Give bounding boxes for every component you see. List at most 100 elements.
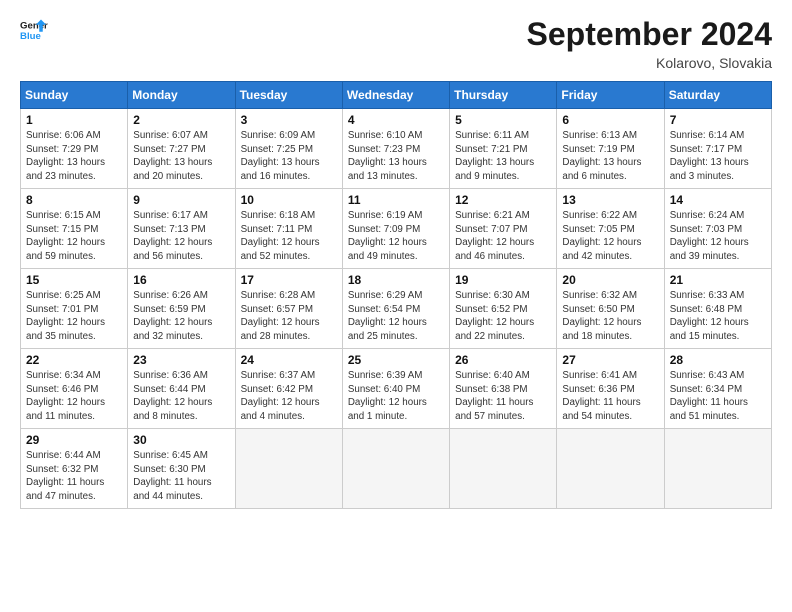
day-header-thursday: Thursday bbox=[450, 82, 557, 109]
calendar-cell bbox=[450, 429, 557, 509]
day-number: 2 bbox=[133, 113, 229, 127]
day-number: 24 bbox=[241, 353, 337, 367]
calendar-week-4: 22 Sunrise: 6:34 AMSunset: 6:46 PMDaylig… bbox=[21, 349, 772, 429]
day-header-monday: Monday bbox=[128, 82, 235, 109]
cell-details: Sunrise: 6:24 AMSunset: 7:03 PMDaylight:… bbox=[670, 209, 766, 264]
day-number: 11 bbox=[348, 193, 444, 207]
calendar-cell: 27 Sunrise: 6:41 AMSunset: 6:36 PMDaylig… bbox=[557, 349, 664, 429]
calendar-cell: 29 Sunrise: 6:44 AMSunset: 6:32 PMDaylig… bbox=[21, 429, 128, 509]
svg-text:Blue: Blue bbox=[20, 31, 41, 42]
day-number: 25 bbox=[348, 353, 444, 367]
day-number: 23 bbox=[133, 353, 229, 367]
cell-details: Sunrise: 6:45 AMSunset: 6:30 PMDaylight:… bbox=[133, 449, 229, 504]
cell-details: Sunrise: 6:39 AMSunset: 6:40 PMDaylight:… bbox=[348, 369, 444, 424]
calendar-week-3: 15 Sunrise: 6:25 AMSunset: 7:01 PMDaylig… bbox=[21, 269, 772, 349]
calendar-cell: 9 Sunrise: 6:17 AMSunset: 7:13 PMDayligh… bbox=[128, 189, 235, 269]
day-number: 17 bbox=[241, 273, 337, 287]
day-header-saturday: Saturday bbox=[664, 82, 771, 109]
day-number: 16 bbox=[133, 273, 229, 287]
day-number: 27 bbox=[562, 353, 658, 367]
day-number: 19 bbox=[455, 273, 551, 287]
page-container: General Blue September 2024 Kolarovo, Sl… bbox=[0, 0, 792, 519]
calendar-cell: 18 Sunrise: 6:29 AMSunset: 6:54 PMDaylig… bbox=[342, 269, 449, 349]
cell-details: Sunrise: 6:41 AMSunset: 6:36 PMDaylight:… bbox=[562, 369, 658, 424]
cell-details: Sunrise: 6:34 AMSunset: 6:46 PMDaylight:… bbox=[26, 369, 122, 424]
cell-details: Sunrise: 6:10 AMSunset: 7:23 PMDaylight:… bbox=[348, 129, 444, 184]
calendar-cell bbox=[342, 429, 449, 509]
cell-details: Sunrise: 6:43 AMSunset: 6:34 PMDaylight:… bbox=[670, 369, 766, 424]
day-number: 21 bbox=[670, 273, 766, 287]
calendar-cell: 28 Sunrise: 6:43 AMSunset: 6:34 PMDaylig… bbox=[664, 349, 771, 429]
cell-details: Sunrise: 6:13 AMSunset: 7:19 PMDaylight:… bbox=[562, 129, 658, 184]
day-number: 15 bbox=[26, 273, 122, 287]
cell-details: Sunrise: 6:18 AMSunset: 7:11 PMDaylight:… bbox=[241, 209, 337, 264]
day-number: 7 bbox=[670, 113, 766, 127]
cell-details: Sunrise: 6:26 AMSunset: 6:59 PMDaylight:… bbox=[133, 289, 229, 344]
day-number: 26 bbox=[455, 353, 551, 367]
location: Kolarovo, Slovakia bbox=[527, 55, 772, 71]
cell-details: Sunrise: 6:09 AMSunset: 7:25 PMDaylight:… bbox=[241, 129, 337, 184]
cell-details: Sunrise: 6:15 AMSunset: 7:15 PMDaylight:… bbox=[26, 209, 122, 264]
cell-details: Sunrise: 6:33 AMSunset: 6:48 PMDaylight:… bbox=[670, 289, 766, 344]
calendar-cell: 5 Sunrise: 6:11 AMSunset: 7:21 PMDayligh… bbox=[450, 109, 557, 189]
cell-details: Sunrise: 6:32 AMSunset: 6:50 PMDaylight:… bbox=[562, 289, 658, 344]
cell-details: Sunrise: 6:29 AMSunset: 6:54 PMDaylight:… bbox=[348, 289, 444, 344]
calendar-cell: 10 Sunrise: 6:18 AMSunset: 7:11 PMDaylig… bbox=[235, 189, 342, 269]
day-number: 30 bbox=[133, 433, 229, 447]
calendar-week-1: 1 Sunrise: 6:06 AMSunset: 7:29 PMDayligh… bbox=[21, 109, 772, 189]
calendar-cell: 20 Sunrise: 6:32 AMSunset: 6:50 PMDaylig… bbox=[557, 269, 664, 349]
calendar-cell: 26 Sunrise: 6:40 AMSunset: 6:38 PMDaylig… bbox=[450, 349, 557, 429]
calendar-cell: 23 Sunrise: 6:36 AMSunset: 6:44 PMDaylig… bbox=[128, 349, 235, 429]
day-header-wednesday: Wednesday bbox=[342, 82, 449, 109]
day-number: 10 bbox=[241, 193, 337, 207]
calendar-cell: 7 Sunrise: 6:14 AMSunset: 7:17 PMDayligh… bbox=[664, 109, 771, 189]
day-number: 4 bbox=[348, 113, 444, 127]
cell-details: Sunrise: 6:28 AMSunset: 6:57 PMDaylight:… bbox=[241, 289, 337, 344]
day-number: 8 bbox=[26, 193, 122, 207]
day-header-friday: Friday bbox=[557, 82, 664, 109]
calendar-cell: 17 Sunrise: 6:28 AMSunset: 6:57 PMDaylig… bbox=[235, 269, 342, 349]
calendar-cell: 12 Sunrise: 6:21 AMSunset: 7:07 PMDaylig… bbox=[450, 189, 557, 269]
day-number: 5 bbox=[455, 113, 551, 127]
day-number: 13 bbox=[562, 193, 658, 207]
day-number: 18 bbox=[348, 273, 444, 287]
day-header-tuesday: Tuesday bbox=[235, 82, 342, 109]
logo-icon: General Blue bbox=[20, 16, 48, 44]
cell-details: Sunrise: 6:21 AMSunset: 7:07 PMDaylight:… bbox=[455, 209, 551, 264]
cell-details: Sunrise: 6:07 AMSunset: 7:27 PMDaylight:… bbox=[133, 129, 229, 184]
day-number: 22 bbox=[26, 353, 122, 367]
day-number: 6 bbox=[562, 113, 658, 127]
cell-details: Sunrise: 6:06 AMSunset: 7:29 PMDaylight:… bbox=[26, 129, 122, 184]
day-number: 3 bbox=[241, 113, 337, 127]
calendar-cell: 4 Sunrise: 6:10 AMSunset: 7:23 PMDayligh… bbox=[342, 109, 449, 189]
day-number: 29 bbox=[26, 433, 122, 447]
cell-details: Sunrise: 6:19 AMSunset: 7:09 PMDaylight:… bbox=[348, 209, 444, 264]
calendar-cell: 11 Sunrise: 6:19 AMSunset: 7:09 PMDaylig… bbox=[342, 189, 449, 269]
calendar-cell: 24 Sunrise: 6:37 AMSunset: 6:42 PMDaylig… bbox=[235, 349, 342, 429]
calendar-cell: 13 Sunrise: 6:22 AMSunset: 7:05 PMDaylig… bbox=[557, 189, 664, 269]
cell-details: Sunrise: 6:11 AMSunset: 7:21 PMDaylight:… bbox=[455, 129, 551, 184]
cell-details: Sunrise: 6:37 AMSunset: 6:42 PMDaylight:… bbox=[241, 369, 337, 424]
calendar-header-row: SundayMondayTuesdayWednesdayThursdayFrid… bbox=[21, 82, 772, 109]
calendar-table: SundayMondayTuesdayWednesdayThursdayFrid… bbox=[20, 81, 772, 509]
calendar-cell: 22 Sunrise: 6:34 AMSunset: 6:46 PMDaylig… bbox=[21, 349, 128, 429]
calendar-cell: 3 Sunrise: 6:09 AMSunset: 7:25 PMDayligh… bbox=[235, 109, 342, 189]
calendar-cell: 1 Sunrise: 6:06 AMSunset: 7:29 PMDayligh… bbox=[21, 109, 128, 189]
day-number: 1 bbox=[26, 113, 122, 127]
day-number: 12 bbox=[455, 193, 551, 207]
calendar-cell: 21 Sunrise: 6:33 AMSunset: 6:48 PMDaylig… bbox=[664, 269, 771, 349]
calendar-cell: 15 Sunrise: 6:25 AMSunset: 7:01 PMDaylig… bbox=[21, 269, 128, 349]
calendar-cell bbox=[664, 429, 771, 509]
cell-details: Sunrise: 6:44 AMSunset: 6:32 PMDaylight:… bbox=[26, 449, 122, 504]
cell-details: Sunrise: 6:30 AMSunset: 6:52 PMDaylight:… bbox=[455, 289, 551, 344]
calendar-week-2: 8 Sunrise: 6:15 AMSunset: 7:15 PMDayligh… bbox=[21, 189, 772, 269]
cell-details: Sunrise: 6:17 AMSunset: 7:13 PMDaylight:… bbox=[133, 209, 229, 264]
day-number: 9 bbox=[133, 193, 229, 207]
cell-details: Sunrise: 6:14 AMSunset: 7:17 PMDaylight:… bbox=[670, 129, 766, 184]
calendar-cell: 6 Sunrise: 6:13 AMSunset: 7:19 PMDayligh… bbox=[557, 109, 664, 189]
calendar-week-5: 29 Sunrise: 6:44 AMSunset: 6:32 PMDaylig… bbox=[21, 429, 772, 509]
calendar-cell: 14 Sunrise: 6:24 AMSunset: 7:03 PMDaylig… bbox=[664, 189, 771, 269]
calendar-cell: 16 Sunrise: 6:26 AMSunset: 6:59 PMDaylig… bbox=[128, 269, 235, 349]
calendar-cell: 19 Sunrise: 6:30 AMSunset: 6:52 PMDaylig… bbox=[450, 269, 557, 349]
day-number: 20 bbox=[562, 273, 658, 287]
